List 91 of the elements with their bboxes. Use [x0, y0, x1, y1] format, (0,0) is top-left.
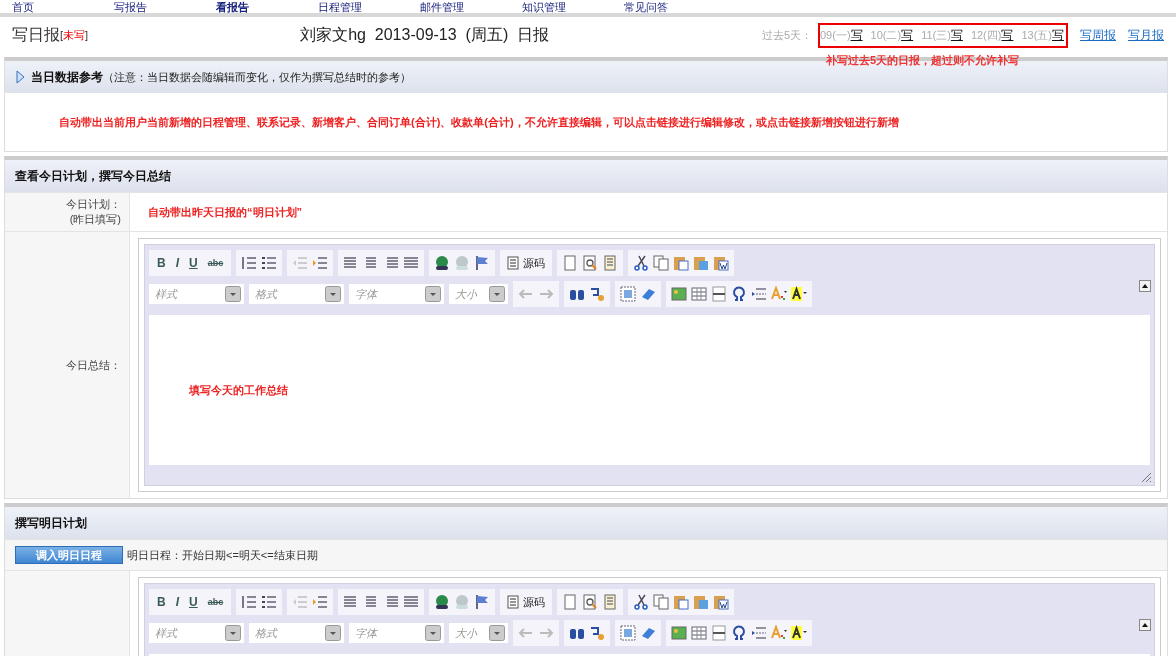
field-label: 今日计划： [66, 197, 121, 212]
document-icon [507, 595, 520, 609]
format-button[interactable]: U [186, 595, 201, 609]
nav-link[interactable]: 首页 [12, 0, 114, 13]
page-title: 写日报 [12, 24, 60, 45]
annotation-text: 填写今天的工作总结 [189, 382, 288, 398]
section-title: 当日数据参考 [31, 68, 103, 86]
document-icon [507, 256, 520, 270]
globe-link-icon[interactable] [434, 255, 451, 271]
text-color-icon[interactable] [771, 625, 787, 641]
rich-text-editor[interactable]: B I U abc 源码 样式 格式 字体 大小 填写今天的工作总结 [144, 244, 1155, 486]
omega-icon[interactable] [731, 286, 747, 302]
nav-link[interactable]: 看报告 [216, 0, 318, 13]
paste-icon[interactable] [673, 594, 690, 610]
replace-icon[interactable] [589, 286, 605, 302]
numbered-list-icon[interactable] [241, 594, 258, 610]
up-triangle-icon [1142, 284, 1148, 288]
field-label: 今日总结： [66, 357, 121, 373]
section-title: 撰写明日计划 [15, 514, 87, 532]
scissors-icon[interactable] [633, 255, 650, 271]
collapse-toolbar-button[interactable] [1139, 280, 1151, 292]
nav-link[interactable]: 知识管理 [522, 0, 624, 13]
resize-grip-icon[interactable] [1140, 471, 1152, 483]
justify-icon[interactable] [403, 255, 420, 271]
past-days-label: 过去5天： [761, 27, 812, 43]
up-triangle-icon [1142, 623, 1148, 627]
flag-icon[interactable] [474, 255, 491, 271]
eraser-icon[interactable] [640, 286, 656, 302]
editor-content-area[interactable]: 填写今天的工作总结 [149, 315, 1150, 465]
bullet-list-icon[interactable] [261, 594, 278, 610]
numbered-list-icon[interactable] [241, 255, 258, 271]
image-icon[interactable] [671, 286, 687, 302]
paste-icon[interactable] [673, 255, 690, 271]
replace-icon[interactable] [589, 625, 605, 641]
justify-icon[interactable] [403, 594, 420, 610]
scissors-icon[interactable] [633, 594, 650, 610]
omega-icon[interactable] [731, 625, 747, 641]
format-button[interactable]: abc [204, 258, 227, 268]
nav-link[interactable]: 常见问答 [624, 0, 726, 13]
section-title: 查看今日计划，撰写今日总结 [15, 167, 171, 185]
indent-icon[interactable] [312, 594, 329, 610]
report-link[interactable]: 写月报 [1128, 26, 1164, 44]
day-label: 10(二) [870, 27, 902, 43]
field-label: (昨日填写) [69, 212, 121, 227]
indent-icon[interactable] [312, 255, 329, 271]
day-label: 11(三) [921, 27, 951, 43]
highlight-color-icon[interactable] [791, 625, 807, 641]
write-day-link[interactable]: 写 [901, 26, 914, 44]
collapse-toolbar-button[interactable] [1139, 619, 1151, 631]
globe-link-icon[interactable] [434, 594, 451, 610]
image-icon[interactable] [671, 625, 687, 641]
format-button[interactable]: B [154, 595, 169, 609]
page-break-icon[interactable] [751, 625, 767, 641]
format-button[interactable]: I [172, 595, 182, 609]
schedule-note: 明日日程：开始日期<=明天<=结束日期 [127, 547, 318, 563]
write-day-link[interactable]: 写 [950, 26, 963, 44]
paste-word-icon[interactable] [713, 255, 730, 271]
format-button[interactable]: abc [204, 597, 227, 607]
section-note: （注意：当日数据会随编辑而变化，仅作为撰写总结时的参考） [103, 69, 411, 85]
select-all-icon[interactable] [620, 625, 636, 641]
nav-link[interactable]: 日程管理 [318, 0, 420, 13]
status-bracket: ] [85, 29, 89, 41]
bullet-list-icon[interactable] [261, 255, 278, 271]
day-label: 09(一) [820, 27, 851, 43]
page-break-icon[interactable] [751, 286, 767, 302]
flag-icon[interactable] [474, 594, 491, 610]
annotation-text: 补写过去5天的日报，超过则不允许补写 [826, 52, 1020, 68]
highlight-color-icon[interactable] [791, 286, 807, 302]
expand-triangle-icon[interactable] [15, 70, 25, 84]
day-label: 12(四) [970, 27, 1002, 43]
annotation-text: 自动带出当前用户当前新增的日程管理、联系记录、新增客户、合同订单(合计)、收款单(合计)，不允许直接编辑，可以点击链接进行编辑修改，或点击链接新增按钮进行新增 [59, 114, 899, 130]
rich-text-editor[interactable]: B I U abc 源码 样式 格式 字体 大小 [144, 583, 1155, 656]
select-all-icon[interactable] [620, 286, 636, 302]
eraser-icon[interactable] [640, 625, 656, 641]
paste-word-icon[interactable] [713, 594, 730, 610]
annotation-text: 自动带出昨天日报的“明日计划” [148, 204, 302, 220]
report-title: 刘家文hg 2013-09-13 (周五) 日报 [300, 24, 550, 45]
status-bracket: [ [60, 29, 64, 41]
write-day-link[interactable]: 写 [1052, 26, 1064, 44]
text-color-icon[interactable] [771, 286, 787, 302]
preview-icon[interactable] [582, 594, 599, 610]
nav-link[interactable]: 写报告 [114, 0, 216, 13]
write-day-link[interactable]: 写 [850, 26, 863, 44]
write-day-link[interactable]: 写 [1001, 26, 1014, 44]
report-link[interactable]: 写周报 [1080, 26, 1116, 44]
format-button[interactable]: B [154, 256, 169, 270]
format-button[interactable]: I [172, 256, 182, 270]
preview-icon[interactable] [582, 255, 599, 271]
nav-link[interactable]: 邮件管理 [420, 0, 522, 13]
format-button[interactable]: U [186, 256, 201, 270]
day-label: 13(五) [1021, 27, 1052, 43]
